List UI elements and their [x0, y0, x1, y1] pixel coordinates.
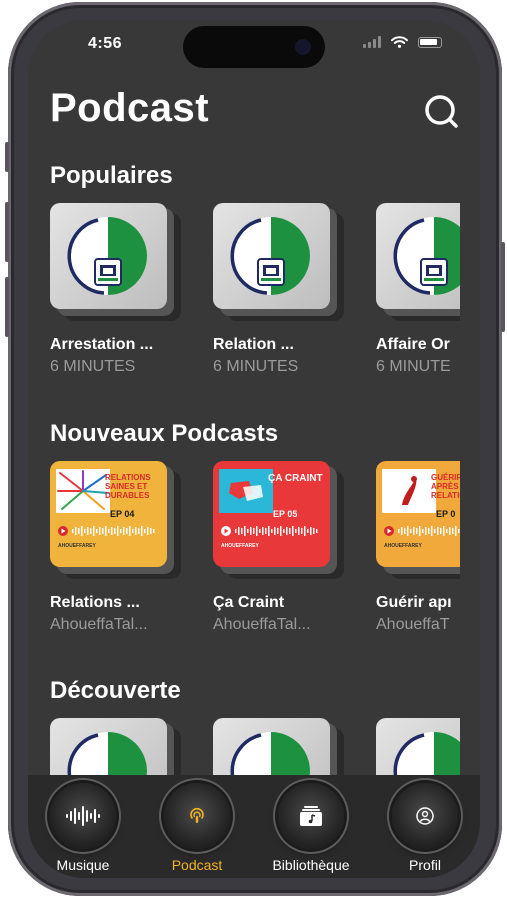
episode-number: EP 0 [436, 509, 456, 519]
podcast-cover-logo [376, 203, 460, 309]
cover-artwork [382, 469, 436, 513]
action-button [5, 142, 9, 172]
card-title: Relation ... [213, 336, 294, 353]
tab-button[interactable] [50, 783, 116, 849]
tab-label: Profil [409, 857, 441, 873]
power-button [501, 242, 505, 332]
podcast-card[interactable]: RELATIONS SAINES ET DURABLES EP 04 AHOUE… [50, 461, 181, 634]
dynamic-island [183, 26, 325, 68]
podcast-card[interactable]: ÇA CRAINT EP 05 AHOUEFFAREY Ça Craint Ah… [213, 461, 344, 634]
status-icons [363, 36, 442, 48]
tab-label: Podcast [171, 857, 223, 873]
status-bar: 4:56 [28, 20, 480, 70]
emblem-logo [393, 217, 460, 295]
search-icon[interactable] [422, 92, 462, 132]
episode-cover: RELATIONS SAINES ET DURABLES EP 04 AHOUE… [50, 461, 167, 567]
card-title: Arrestation ... [50, 336, 154, 353]
cover-brand: AHOUEFFAREY [221, 543, 259, 549]
episode-number: EP 05 [273, 509, 298, 519]
popular-row: Arrestation ... 6 MINUTES Relation ... 6… [50, 203, 460, 376]
tab-button[interactable] [164, 783, 230, 849]
card-subtitle: AhoueffaT [376, 616, 450, 633]
card-subtitle: 6 MINUTE [376, 358, 451, 375]
volume-up-button [5, 202, 9, 262]
podcast-card[interactable]: Arrestation ... 6 MINUTES [50, 203, 181, 376]
card-subtitle: 6 MINUTES [213, 358, 299, 375]
volume-down-button [5, 277, 9, 337]
podcast-card[interactable]: Relation ... 6 MINUTES [213, 203, 344, 376]
card-title: Ça Craint [213, 594, 285, 611]
podcast-cover-logo [213, 203, 330, 309]
tab-podcast[interactable]: Podcast [142, 783, 252, 873]
section-title-populaires: Populaires [50, 162, 173, 189]
new-podcasts-row: RELATIONS SAINES ET DURABLES EP 04 AHOUE… [50, 461, 460, 634]
podcast-card[interactable]: Affaire Or 6 MINUTE [376, 203, 460, 376]
tab-button[interactable] [392, 783, 458, 849]
tab-musique[interactable]: Musique [28, 783, 138, 873]
waveform-icon [221, 526, 318, 536]
tab-profil[interactable]: Profil [370, 783, 480, 873]
cover-heading: RELATIONS SAINES ET DURABLES [105, 473, 151, 500]
card-title: Relations ... [50, 594, 140, 611]
profile-icon [416, 807, 434, 825]
episode-cover: GUÉRIR APRÈS UNE RELATION EP 0 AHOUEFFAR… [376, 461, 460, 567]
signal-icon [363, 36, 381, 48]
cover-heading: ÇA CRAINT [268, 473, 323, 484]
cover-brand: AHOUEFFAREY [58, 543, 96, 549]
section-title-decouverte: Découverte [50, 677, 181, 704]
status-time: 4:56 [88, 35, 123, 52]
podcast-icon [190, 807, 204, 823]
waveform-icon [66, 806, 100, 826]
episode-cover: ÇA CRAINT EP 05 AHOUEFFAREY [213, 461, 330, 567]
emblem-logo [67, 217, 147, 295]
tab-button[interactable] [278, 783, 344, 849]
card-subtitle: 6 MINUTES [50, 358, 136, 375]
battery-icon [418, 36, 442, 48]
podcast-cover-logo [50, 203, 167, 309]
page-title: Podcast [50, 86, 210, 130]
app-screen: 4:56 Podcast Populaires Arrestation ... … [28, 20, 480, 878]
library-icon [300, 806, 322, 826]
tab-label: Musique [56, 857, 110, 873]
wifi-icon [391, 36, 408, 48]
cover-heading: GUÉRIR APRÈS UNE RELATION [431, 473, 460, 500]
cover-artwork [56, 469, 110, 513]
tab-bar: Musique Podcast Bibliothèque Profil [28, 775, 480, 878]
podcast-card[interactable]: GUÉRIR APRÈS UNE RELATION EP 0 AHOUEFFAR… [376, 461, 460, 634]
card-title: Guérir apı [376, 594, 452, 611]
tab-bibliotheque[interactable]: Bibliothèque [256, 783, 366, 873]
cover-artwork [219, 469, 273, 513]
card-subtitle: AhoueffaTal... [50, 616, 148, 633]
emblem-logo [230, 217, 310, 295]
episode-number: EP 04 [110, 509, 135, 519]
waveform-icon [58, 526, 155, 536]
waveform-icon [384, 526, 460, 536]
camera-icon [295, 39, 311, 55]
cover-brand: AHOUEFFAREY [384, 543, 422, 549]
tab-label: Bibliothèque [272, 857, 350, 873]
section-title-nouveaux: Nouveaux Podcasts [50, 420, 279, 447]
card-subtitle: AhoueffaTal... [213, 616, 311, 633]
card-title: Affaire Or [376, 336, 450, 353]
